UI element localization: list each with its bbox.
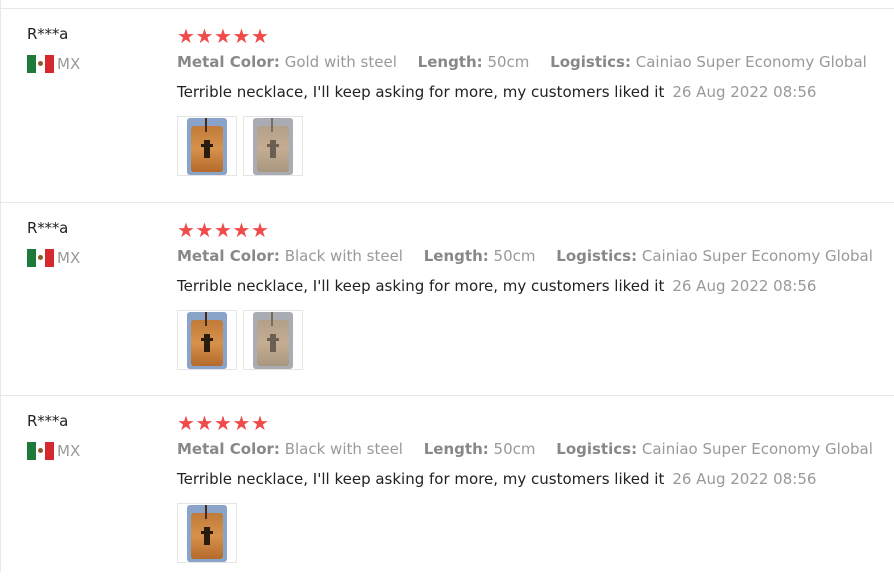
star-icon: ★ <box>232 411 251 435</box>
review-images <box>177 116 877 176</box>
review-text: Terrible necklace, I'll keep asking for … <box>177 277 665 295</box>
necklace-photo <box>187 504 227 562</box>
necklace-photo <box>187 117 227 175</box>
star-icon: ★ <box>214 218 232 242</box>
mexico-flag-icon <box>27 249 54 267</box>
review-image-thumbnail[interactable] <box>177 310 237 370</box>
attr-value: Black with steel <box>284 440 403 458</box>
star-rating: ★ ★ ★ ★ ★ <box>177 25 877 47</box>
attr-value: 50cm <box>487 53 530 71</box>
star-icon: ★ <box>251 411 269 435</box>
attr-metal-color: Metal Color: Black with steel <box>177 440 403 458</box>
attr-logistics: Logistics: Cainiao Super Economy Global <box>556 247 873 265</box>
star-rating: ★ ★ ★ ★ ★ <box>177 219 877 241</box>
review-image-thumbnail[interactable] <box>177 503 237 563</box>
attr-label: Metal Color: <box>177 53 280 71</box>
attr-length: Length: 50cm <box>424 440 536 458</box>
reviewer-name: R***a <box>27 25 69 43</box>
reviewer-info: R***a MX <box>27 411 147 461</box>
reviewer-name: R***a <box>27 412 69 430</box>
review-item: R***a MX ★ ★ ★ ★ ★ Metal Color: Black with s… <box>0 395 894 588</box>
review-content: ★ ★ ★ ★ ★ Metal Color: Gold with steel Lengt… <box>177 25 877 176</box>
review-item: R***a MX ★ ★ ★ ★ ★ Metal Color: Gold with st… <box>0 8 894 202</box>
review-images <box>177 310 877 370</box>
attr-value: Cainiao Super Economy Global <box>641 247 873 265</box>
star-icon: ★ <box>177 411 195 435</box>
mexico-flag-icon <box>27 442 54 460</box>
reviewer-name: R***a <box>27 219 69 237</box>
country-code: MX <box>57 249 81 267</box>
necklace-photo-faded <box>253 311 293 369</box>
review-body: Terrible necklace, I'll keep asking for … <box>177 469 877 489</box>
review-date: 26 Aug 2022 08:56 <box>672 83 817 101</box>
review-date: 26 Aug 2022 08:56 <box>672 277 817 295</box>
review-date: 26 Aug 2022 08:56 <box>672 470 817 488</box>
attr-logistics: Logistics: Cainiao Super Economy Global <box>556 440 873 458</box>
product-attributes: Metal Color: Black with steel Length: 50… <box>177 439 877 459</box>
attr-value: 50cm <box>493 440 536 458</box>
attr-value: Cainiao Super Economy Global <box>635 53 867 71</box>
star-icon: ★ <box>177 24 195 48</box>
star-icon: ★ <box>232 24 251 48</box>
mexico-flag-icon <box>27 55 54 73</box>
attr-value: Black with steel <box>284 247 403 265</box>
review-image-thumbnail[interactable] <box>177 116 237 176</box>
product-attributes: Metal Color: Black with steel Length: 50… <box>177 246 877 266</box>
attr-metal-color: Metal Color: Black with steel <box>177 247 403 265</box>
reviewer-info: R***a MX <box>27 218 147 268</box>
attr-label: Length: <box>423 247 489 265</box>
review-image-thumbnail[interactable] <box>243 310 303 370</box>
attr-value: Cainiao Super Economy Global <box>641 440 873 458</box>
star-rating: ★ ★ ★ ★ ★ <box>177 412 877 434</box>
star-icon: ★ <box>214 411 232 435</box>
star-icon: ★ <box>232 218 251 242</box>
attr-value: 50cm <box>493 247 536 265</box>
star-icon: ★ <box>214 24 232 48</box>
review-text: Terrible necklace, I'll keep asking for … <box>177 470 665 488</box>
attr-label: Length: <box>423 440 489 458</box>
star-icon: ★ <box>251 218 269 242</box>
star-icon: ★ <box>177 218 195 242</box>
attr-label: Logistics: <box>556 247 638 265</box>
review-images <box>177 503 877 563</box>
attr-label: Logistics: <box>556 440 638 458</box>
review-item: R***a MX ★ ★ ★ ★ ★ Metal Color: Black with s… <box>0 202 894 395</box>
necklace-photo-faded <box>253 117 293 175</box>
review-text: Terrible necklace, I'll keep asking for … <box>177 83 665 101</box>
attr-label: Metal Color: <box>177 247 280 265</box>
reviewer-country: MX <box>27 248 147 268</box>
attr-length: Length: 50cm <box>418 53 530 71</box>
reviewer-country: MX <box>27 441 147 461</box>
star-icon: ★ <box>195 24 214 48</box>
review-content: ★ ★ ★ ★ ★ Metal Color: Black with steel Leng… <box>177 219 877 370</box>
attr-logistics: Logistics: Cainiao Super Economy Global <box>550 53 867 71</box>
reviewer-info: R***a MX <box>27 24 147 74</box>
necklace-photo <box>187 311 227 369</box>
review-list: R***a MX ★ ★ ★ ★ ★ Metal Color: Gold with st… <box>0 0 894 580</box>
attr-label: Metal Color: <box>177 440 280 458</box>
attr-length: Length: 50cm <box>424 247 536 265</box>
product-attributes: Metal Color: Gold with steel Length: 50c… <box>177 52 877 72</box>
attr-value: Gold with steel <box>284 53 397 71</box>
attr-label: Logistics: <box>550 53 631 71</box>
reviewer-country: MX <box>27 54 147 74</box>
star-icon: ★ <box>195 411 214 435</box>
review-body: Terrible necklace, I'll keep asking for … <box>177 276 877 296</box>
star-icon: ★ <box>195 218 214 242</box>
review-image-thumbnail[interactable] <box>243 116 303 176</box>
attr-metal-color: Metal Color: Gold with steel <box>177 53 397 71</box>
review-body: Terrible necklace, I'll keep asking for … <box>177 82 877 102</box>
star-icon: ★ <box>251 24 269 48</box>
country-code: MX <box>57 55 81 73</box>
attr-label: Length: <box>417 53 483 71</box>
review-content: ★ ★ ★ ★ ★ Metal Color: Black with steel Leng… <box>177 412 877 563</box>
country-code: MX <box>57 442 81 460</box>
